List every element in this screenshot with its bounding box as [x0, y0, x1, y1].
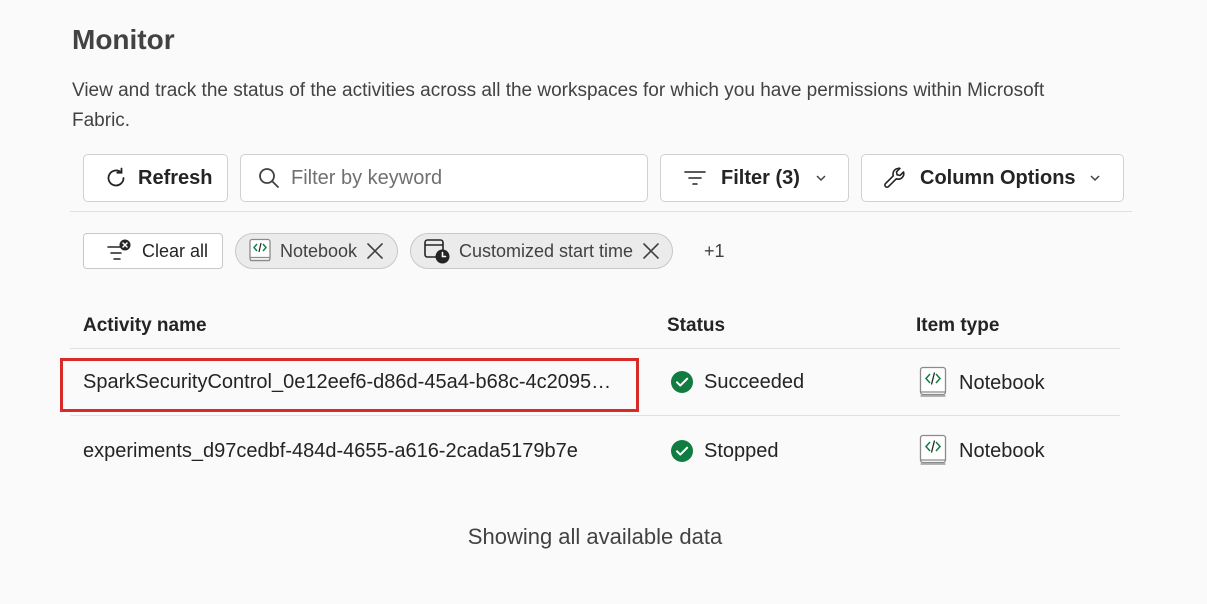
notebook-icon — [919, 366, 947, 397]
clear-filter-icon — [107, 239, 131, 260]
wrench-icon — [884, 167, 905, 188]
success-check-icon — [671, 440, 693, 462]
filter-chip-label: Notebook — [280, 240, 358, 261]
status-label: Stopped — [704, 439, 779, 462]
toolbar-divider — [70, 211, 1132, 212]
clear-all-button[interactable]: Clear all — [83, 233, 223, 269]
item-type-label: Notebook — [959, 371, 1045, 394]
notebook-icon — [919, 434, 947, 465]
highlight-box — [60, 358, 639, 412]
status-label: Succeeded — [704, 370, 805, 393]
more-filters-count[interactable]: +1 — [704, 241, 725, 262]
close-icon[interactable] — [365, 241, 385, 261]
row-divider — [70, 415, 1120, 416]
refresh-label: Refresh — [138, 166, 213, 189]
active-filters: Clear all Notebook Customized start time… — [83, 233, 783, 269]
footer-message: Showing all available data — [467, 524, 723, 549]
chevron-down-icon — [816, 175, 826, 182]
calendar-clock-icon — [424, 239, 450, 264]
item-type-cell: Notebook — [919, 434, 1045, 468]
success-check-icon — [671, 371, 693, 393]
filter-icon — [684, 171, 706, 185]
filter-label: Filter (3) — [721, 166, 800, 189]
column-options-button[interactable]: Column Options — [861, 154, 1124, 202]
toolbar: Refresh Filter by keyword Filter (3) Col… — [83, 154, 1128, 202]
refresh-icon — [107, 167, 125, 187]
status-cell: Succeeded — [670, 370, 804, 394]
search-placeholder: Filter by keyword — [291, 166, 443, 189]
header-divider — [70, 348, 1120, 349]
filter-chip-start-time[interactable]: Customized start time — [410, 233, 673, 269]
chevron-down-icon — [1090, 175, 1100, 182]
filter-chip-label: Customized start time — [459, 240, 634, 261]
refresh-button[interactable]: Refresh — [83, 154, 228, 202]
column-options-label: Column Options — [920, 166, 1076, 189]
column-header-activity-name[interactable]: Activity name — [83, 315, 207, 337]
page-description: View and track the status of the activit… — [72, 80, 1045, 131]
page-title: Monitor — [72, 24, 175, 55]
search-icon — [259, 168, 279, 188]
column-header-status[interactable]: Status — [667, 315, 725, 337]
item-type-label: Notebook — [959, 439, 1045, 462]
clear-all-label: Clear all — [142, 240, 209, 261]
column-header-item-type[interactable]: Item type — [916, 315, 999, 337]
search-input[interactable]: Filter by keyword — [240, 154, 648, 202]
filter-chip-notebook[interactable]: Notebook — [235, 233, 398, 269]
close-icon[interactable] — [641, 241, 661, 261]
item-type-cell: Notebook — [919, 366, 1045, 400]
filter-button[interactable]: Filter (3) — [660, 154, 849, 202]
notebook-icon — [249, 238, 271, 262]
activity-name-link[interactable]: experiments_d97cedbf-484d-4655-a616-2cad… — [83, 440, 578, 463]
status-cell: Stopped — [670, 439, 779, 463]
